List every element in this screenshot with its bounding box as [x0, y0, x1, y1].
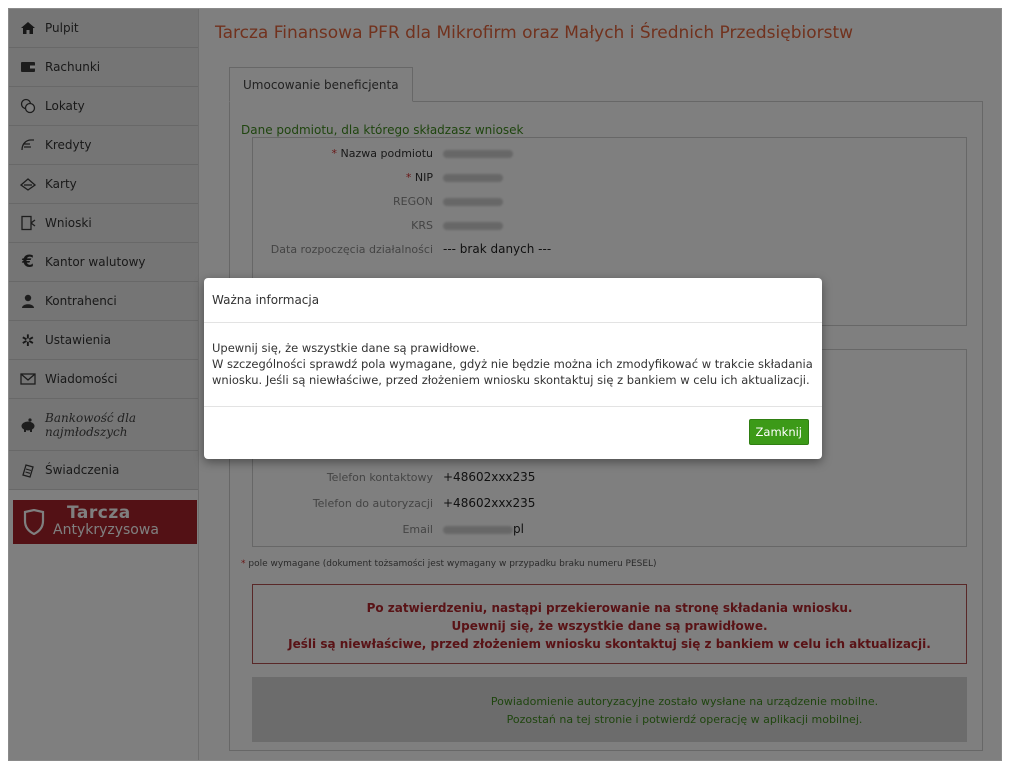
modal-line-1: Upewnij się, że wszystkie dane są prawid… [212, 341, 480, 355]
modal-title: Ważna informacja [212, 293, 320, 307]
modal-body: Upewnij się, że wszystkie dane są prawid… [204, 323, 822, 406]
info-modal: Ważna informacja Upewnij się, że wszystk… [204, 278, 822, 459]
modal-header: Ważna informacja [204, 278, 822, 323]
modal-line-2: W szczególności sprawdź pola wymagane, g… [212, 357, 813, 371]
modal-footer: Zamknij [204, 406, 822, 458]
close-button[interactable]: Zamknij [748, 419, 809, 445]
app-window: Pulpit Rachunki Lokaty Kredyty Karty [8, 8, 1002, 761]
modal-line-3: wniosku. Jeśli są niewłaściwe, przed zło… [212, 373, 810, 387]
